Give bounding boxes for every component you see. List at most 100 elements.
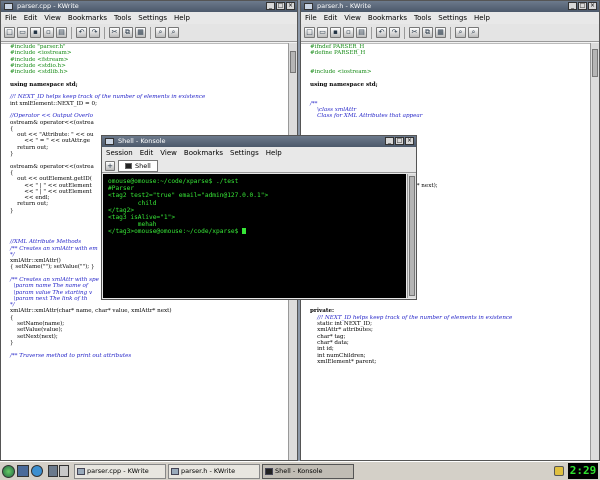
pager[interactable] xyxy=(48,465,69,477)
toolbar-separator xyxy=(371,26,372,39)
scrollbar-thumb[interactable] xyxy=(290,51,296,73)
tray-icon[interactable] xyxy=(554,466,564,476)
paste-icon[interactable]: ▦ xyxy=(135,27,146,38)
session-tab-bar: + Shell xyxy=(102,159,416,173)
menu-view[interactable]: View xyxy=(160,147,177,159)
terminal-line: <tag3 isAlive="1"> xyxy=(108,214,401,221)
terminal-icon xyxy=(125,162,132,169)
terminal-line-text: mehah xyxy=(108,221,157,229)
kde-menu-icon[interactable] xyxy=(2,464,15,478)
task-label: parser.h - KWrite xyxy=(181,466,236,475)
save-as-icon[interactable]: ▫ xyxy=(343,27,354,38)
title-bar[interactable]: Shell - Konsole _ □ × xyxy=(102,136,416,147)
task-parser-h[interactable]: parser.h - KWrite xyxy=(168,463,260,479)
save-icon[interactable]: ▪ xyxy=(330,27,341,38)
copy-icon[interactable]: ⧉ xyxy=(422,27,433,38)
terminal-output[interactable]: omouse@omouse:~/code/xparse$ ./test #Pars… xyxy=(103,174,406,298)
session-tab-shell[interactable]: Shell xyxy=(118,159,158,172)
menu-view[interactable]: View xyxy=(44,12,61,24)
terminal-scrollbar[interactable] xyxy=(407,174,416,298)
close-button[interactable]: × xyxy=(286,2,295,10)
menu-bar: File Edit View Bookmarks Tools Settings … xyxy=(301,12,599,24)
title-bar[interactable]: parser.h - KWrite _ □ × xyxy=(301,1,599,12)
menu-bookmarks[interactable]: Bookmarks xyxy=(184,147,223,159)
terminal-line: #Parser xyxy=(108,185,401,192)
menu-view[interactable]: View xyxy=(344,12,361,24)
minimize-button[interactable]: _ xyxy=(568,2,577,10)
cut-icon[interactable]: ✂ xyxy=(109,27,120,38)
task-label: parser.cpp - KWrite xyxy=(87,466,149,475)
menu-help[interactable]: Help xyxy=(266,147,282,159)
scrollbar-thumb[interactable] xyxy=(409,176,415,296)
undo-icon[interactable]: ↶ xyxy=(76,27,87,38)
menu-file[interactable]: File xyxy=(305,12,317,24)
title-bar[interactable]: parser.cpp - KWrite _ □ × xyxy=(1,1,297,12)
task-parser-cpp[interactable]: parser.cpp - KWrite xyxy=(74,463,166,479)
menu-file[interactable]: File xyxy=(5,12,17,24)
copy-icon[interactable]: ⧉ xyxy=(122,27,133,38)
toolbar-separator xyxy=(404,26,405,39)
open-file-icon[interactable]: ▭ xyxy=(17,27,28,38)
redo-icon[interactable]: ↷ xyxy=(389,27,400,38)
terminal-line-text: </tag2> xyxy=(108,206,135,214)
open-file-icon[interactable]: ▭ xyxy=(317,27,328,38)
menu-edit[interactable]: Edit xyxy=(24,12,38,24)
maximize-button[interactable]: □ xyxy=(578,2,587,10)
terminal-line: omouse@omouse:~/code/xparse$ ./test xyxy=(108,178,401,185)
vertical-scrollbar[interactable] xyxy=(590,43,599,460)
print-icon[interactable]: ▤ xyxy=(56,27,67,38)
undo-icon[interactable]: ↶ xyxy=(376,27,387,38)
desktop-1-pager-cell[interactable] xyxy=(48,465,58,477)
redo-icon[interactable]: ↷ xyxy=(89,27,100,38)
new-file-icon[interactable]: □ xyxy=(304,27,315,38)
clock[interactable]: 2:29 xyxy=(568,463,598,479)
code-line: xmlElement* parent; xyxy=(310,358,377,365)
toolbar-separator xyxy=(104,26,105,39)
menu-edit[interactable]: Edit xyxy=(324,12,338,24)
menu-edit[interactable]: Edit xyxy=(140,147,154,159)
paste-icon[interactable]: ▦ xyxy=(435,27,446,38)
close-button[interactable]: × xyxy=(588,2,597,10)
terminal-line: <tag2 test2="true" email="admin@127.0.0.… xyxy=(108,192,401,199)
code-line: /** Traverse method to print out attribu… xyxy=(10,352,132,359)
menu-tools[interactable]: Tools xyxy=(114,12,131,24)
maximize-button[interactable]: □ xyxy=(276,2,285,10)
find-icon[interactable]: ⌕ xyxy=(455,27,466,38)
desktop-icon[interactable] xyxy=(17,465,29,477)
terminal-line-text: <tag2 test2="true" email="admin@127.0.0.… xyxy=(108,192,269,200)
find-next-icon[interactable]: ⌕ xyxy=(468,27,479,38)
menu-help[interactable]: Help xyxy=(174,12,190,24)
terminal-line-text: child xyxy=(108,199,157,207)
window-title: parser.cpp - KWrite xyxy=(17,2,79,10)
close-button[interactable]: × xyxy=(405,137,414,145)
konsole-icon xyxy=(265,467,273,475)
task-label: Shell - Konsole xyxy=(275,466,323,475)
minimize-button[interactable]: _ xyxy=(266,2,275,10)
menu-settings[interactable]: Settings xyxy=(438,12,467,24)
toolbar: □ ▭ ▪ ▫ ▤ ↶ ↷ ✂ ⧉ ▦ ⌕ ⌕ xyxy=(301,24,599,42)
menu-bookmarks[interactable]: Bookmarks xyxy=(368,12,407,24)
find-icon[interactable]: ⌕ xyxy=(155,27,166,38)
save-icon[interactable]: ▪ xyxy=(30,27,41,38)
toolbar-separator xyxy=(450,26,451,39)
menu-session[interactable]: Session xyxy=(106,147,133,159)
task-shell-konsole[interactable]: Shell - Konsole xyxy=(262,463,354,479)
minimize-button[interactable]: _ xyxy=(385,137,394,145)
menu-bookmarks[interactable]: Bookmarks xyxy=(68,12,107,24)
menu-help[interactable]: Help xyxy=(474,12,490,24)
menu-settings[interactable]: Settings xyxy=(230,147,259,159)
find-next-icon[interactable]: ⌕ xyxy=(168,27,179,38)
toolbar-separator xyxy=(150,26,151,39)
desktop-2-pager-cell[interactable] xyxy=(59,465,69,477)
menu-tools[interactable]: Tools xyxy=(414,12,431,24)
new-session-icon[interactable]: + xyxy=(105,160,115,171)
cut-icon[interactable]: ✂ xyxy=(409,27,420,38)
scrollbar-thumb[interactable] xyxy=(592,49,598,77)
save-as-icon[interactable]: ▫ xyxy=(43,27,54,38)
menu-settings[interactable]: Settings xyxy=(138,12,167,24)
terminal-cursor xyxy=(242,228,247,235)
maximize-button[interactable]: □ xyxy=(395,137,404,145)
print-icon[interactable]: ▤ xyxy=(356,27,367,38)
new-file-icon[interactable]: □ xyxy=(4,27,15,38)
browser-icon[interactable] xyxy=(31,465,43,477)
